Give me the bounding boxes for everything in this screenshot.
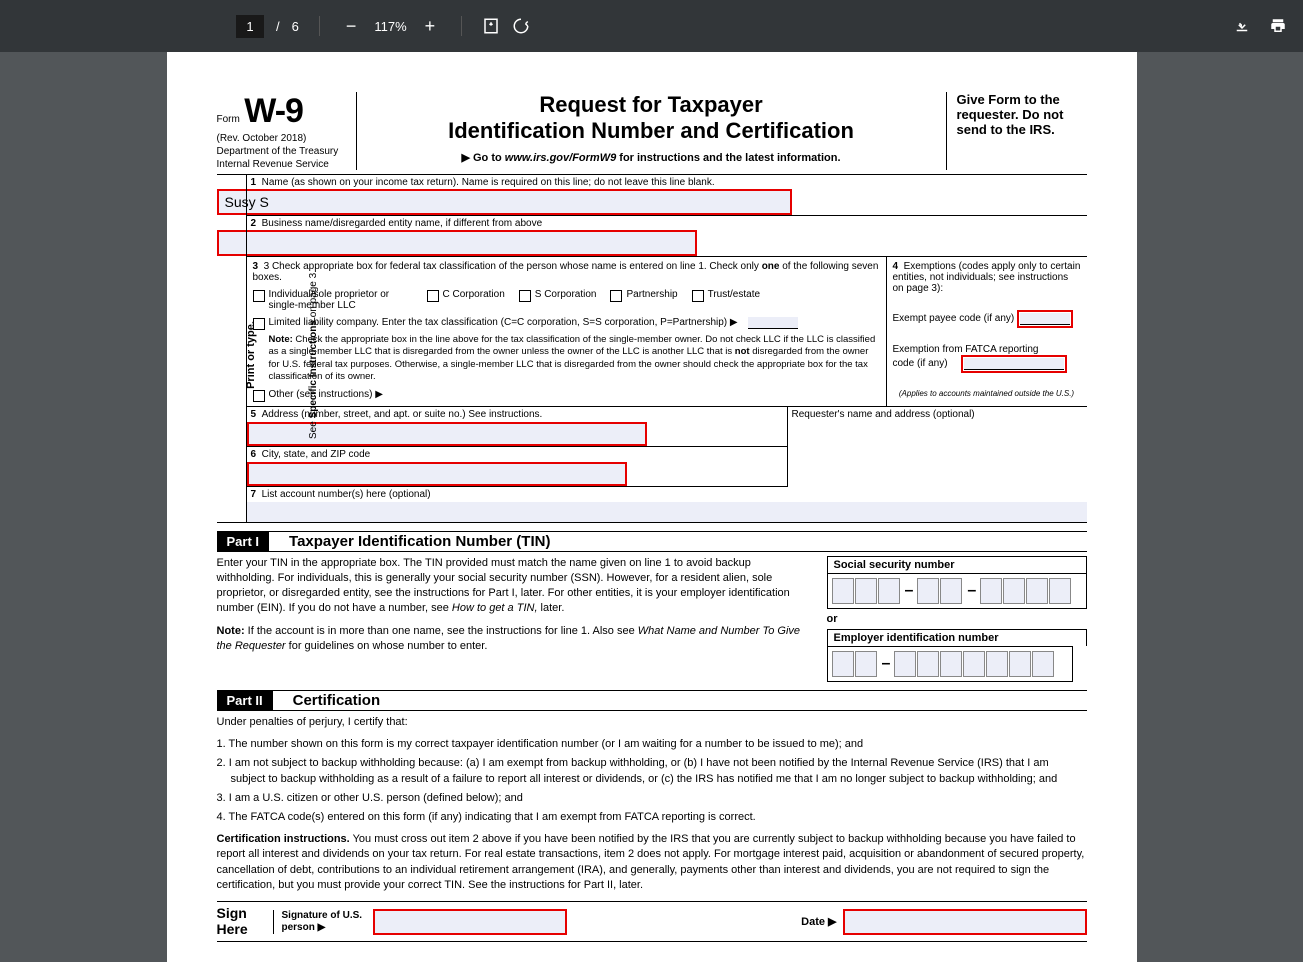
exempt-payee-input[interactable] (1020, 313, 1070, 325)
page-total: 6 (292, 19, 299, 34)
opt-individual: Individual/sole proprietor or single-mem… (269, 289, 413, 311)
ein-input-group[interactable]: – (827, 646, 1073, 682)
cert-item-2: 2. I am not subject to backup withholdin… (217, 756, 1087, 787)
signature-label: Signature of U.S. person ▶ (273, 910, 373, 934)
line1-label: 1 1 Name (as shown on your income tax re… (247, 175, 1087, 190)
business-name-input[interactable] (219, 232, 695, 254)
opt-s-corp: S Corporation (535, 289, 597, 300)
checkbox-other[interactable] (253, 390, 265, 402)
part2-title: Certification (293, 692, 381, 709)
checkbox-c-corp[interactable] (427, 290, 439, 302)
checkbox-s-corp[interactable] (519, 290, 531, 302)
account-input[interactable] (247, 502, 1087, 522)
pdf-toolbar: / 6 − 117% + (0, 0, 1303, 52)
cert-instructions: Certification instructions. You must cro… (217, 832, 1087, 894)
requester-label: Requester's name and address (optional) (787, 407, 1087, 487)
name-input[interactable] (219, 191, 790, 213)
opt-other: Other (see instructions) ▶ (269, 389, 383, 400)
part1-title: Taxpayer Identification Number (TIN) (289, 533, 550, 550)
line4-label: 4 Exemptions (codes apply only to certai… (893, 261, 1081, 294)
divider (319, 16, 320, 36)
line2-label: 2 Business name/disregarded entity name,… (247, 216, 1087, 231)
date-label: Date ▶ (801, 915, 836, 928)
page-number-input[interactable] (236, 15, 264, 38)
fatca-input[interactable] (964, 358, 1064, 370)
line5-label: 5 Address (number, street, and apt. or s… (247, 407, 787, 422)
opt-trust: Trust/estate (708, 289, 760, 300)
form-goto: ▶ Go to www.irs.gov/FormW9 for instructi… (367, 151, 936, 164)
form-title-2: Identification Number and Certification (367, 118, 936, 144)
form-revision: (Rev. October 2018) (217, 133, 348, 144)
exempt-payee-label: Exempt payee code (if any) (893, 310, 1081, 328)
download-icon[interactable] (1233, 17, 1251, 35)
form-title-1: Request for Taxpayer (367, 92, 936, 118)
checkbox-individual[interactable] (253, 290, 265, 302)
opt-llc: Limited liability company. Enter the tax… (269, 317, 738, 328)
sign-here-label: Sign Here (217, 906, 273, 937)
give-form-text: Give Form to the requester. Do not send … (947, 92, 1087, 170)
city-input[interactable] (249, 464, 625, 484)
line3-note: Note: Check the appropriate box in the l… (253, 334, 880, 383)
form-code: W-9 (244, 92, 303, 130)
line6-label: 6 City, state, and ZIP code (247, 447, 787, 462)
opt-partnership: Partnership (626, 289, 677, 300)
print-icon[interactable] (1269, 17, 1287, 35)
sidebar-instructions: Print or type. See Specific Instructions… (217, 175, 247, 522)
zoom-in-button[interactable]: + (419, 16, 442, 37)
perjury-text: Under penalties of perjury, I certify th… (217, 715, 1087, 730)
applies-text: (Applies to accounts maintained outside … (893, 387, 1081, 400)
dept-line2: Internal Revenue Service (217, 159, 348, 170)
fatca-label: Exemption from FATCA reporting (893, 344, 1081, 355)
cert-item-4: 4. The FATCA code(s) entered on this for… (217, 810, 1087, 825)
form-page: Form W-9 (Rev. October 2018) Department … (167, 52, 1137, 962)
opt-c-corp: C Corporation (443, 289, 505, 300)
llc-class-input[interactable] (748, 317, 798, 329)
date-input[interactable] (845, 911, 1085, 933)
fit-page-icon[interactable] (482, 17, 500, 35)
divider (461, 16, 462, 36)
or-text: or (827, 613, 1087, 625)
checkbox-trust[interactable] (692, 290, 704, 302)
line3-label: 3 3 Check appropriate box for federal ta… (253, 261, 880, 283)
ssn-label: Social security number (827, 556, 1087, 573)
cert-item-1: 1. The number shown on this form is my c… (217, 737, 1087, 752)
form-word: Form (217, 114, 240, 125)
page-separator: / (276, 19, 280, 34)
dept-line1: Department of the Treasury (217, 146, 348, 157)
ssn-input-group[interactable]: – – (827, 573, 1087, 609)
rotate-icon[interactable] (512, 17, 530, 35)
signature-input[interactable] (375, 911, 565, 933)
zoom-out-button[interactable]: − (340, 16, 363, 37)
part1-label: Part I (217, 532, 270, 551)
ein-label: Employer identification number (827, 629, 1087, 646)
part2-label: Part II (217, 691, 273, 710)
cert-item-3: 3. I am a U.S. citizen or other U.S. per… (217, 791, 1087, 806)
zoom-level: 117% (374, 19, 406, 34)
checkbox-partnership[interactable] (610, 290, 622, 302)
line7-label: 7 List account number(s) here (optional) (247, 487, 1087, 502)
part1-note: Note: If the account is in more than one… (217, 624, 809, 654)
fatca-label2: code (if any) (893, 355, 1081, 373)
part1-text: Enter your TIN in the appropriate box. T… (217, 556, 809, 615)
